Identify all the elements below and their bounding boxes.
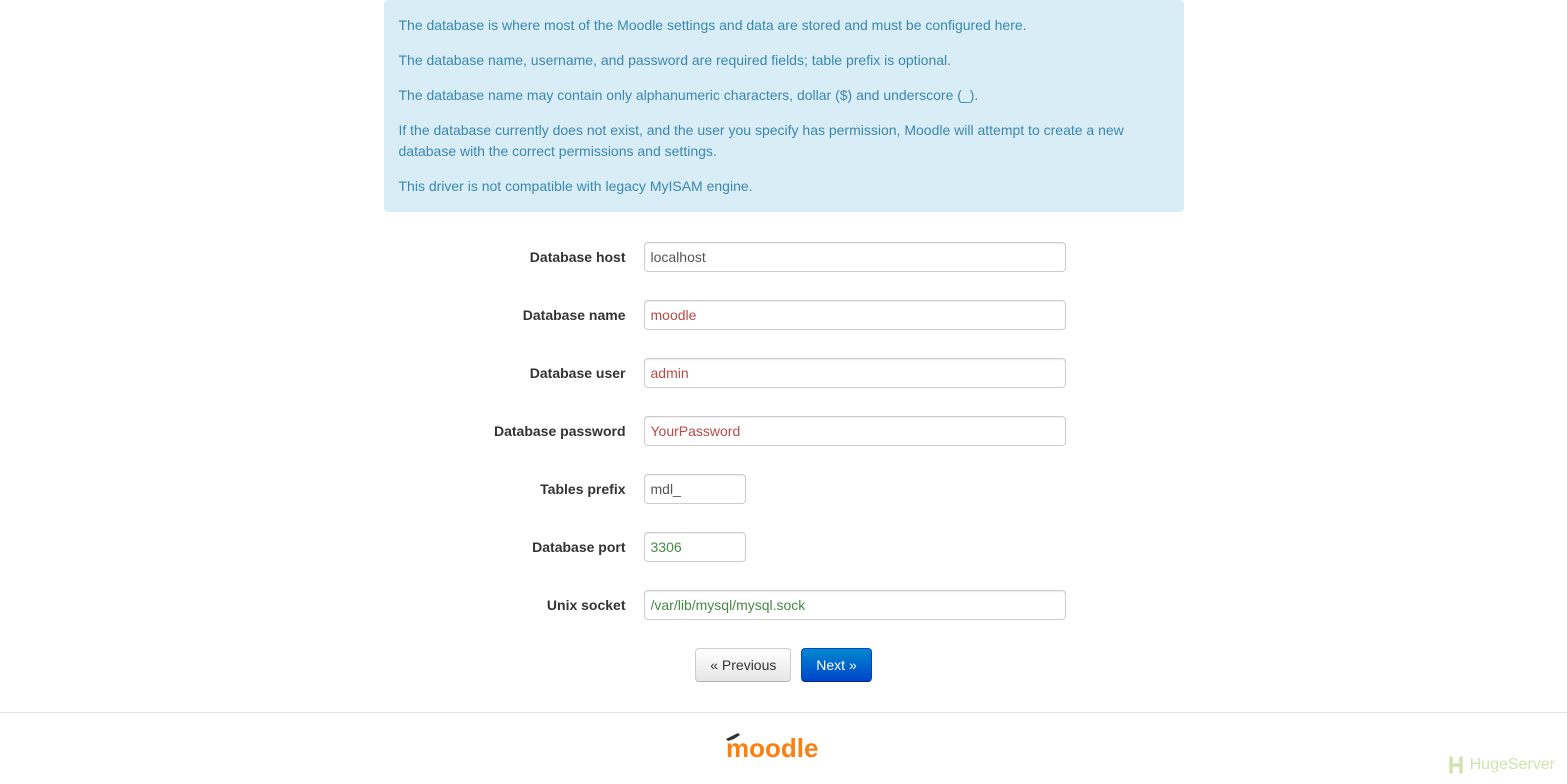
label-dbname: Database name (384, 307, 644, 323)
footer: moodle (0, 713, 1567, 784)
svg-text:moodle: moodle (726, 733, 818, 761)
input-dbport[interactable] (644, 532, 746, 562)
label-dbpass: Database password (384, 423, 644, 439)
info-text-1: The database is where most of the Moodle… (399, 15, 1169, 36)
field-dbsocket: Unix socket (384, 590, 1184, 620)
hugeserver-badge: HugeServer (1446, 755, 1555, 775)
next-button[interactable]: Next » (801, 648, 871, 682)
field-dbname: Database name (384, 300, 1184, 330)
info-text-3: The database name may contain only alpha… (399, 85, 1169, 106)
label-dbsocket: Unix socket (384, 597, 644, 613)
field-dbuser: Database user (384, 358, 1184, 388)
label-dbuser: Database user (384, 365, 644, 381)
info-text-5: This driver is not compatible with legac… (399, 176, 1169, 197)
previous-button[interactable]: « Previous (695, 648, 791, 682)
label-prefix: Tables prefix (384, 481, 644, 497)
info-box: The database is where most of the Moodle… (384, 0, 1184, 212)
info-text-4: If the database currently does not exist… (399, 120, 1169, 162)
input-dbname[interactable] (644, 300, 1066, 330)
field-dbpass: Database password (384, 416, 1184, 446)
input-dbpass[interactable] (644, 416, 1066, 446)
moodle-logo: moodle (726, 733, 841, 764)
hugeserver-text: HugeServer (1470, 756, 1555, 774)
field-prefix: Tables prefix (384, 474, 1184, 504)
input-dbhost[interactable] (644, 242, 1066, 272)
button-row: « Previous Next » (384, 648, 1184, 682)
label-dbport: Database port (384, 539, 644, 555)
input-dbsocket[interactable] (644, 590, 1066, 620)
label-dbhost: Database host (384, 249, 644, 265)
field-dbport: Database port (384, 532, 1184, 562)
hugeserver-icon (1446, 755, 1466, 775)
info-text-2: The database name, username, and passwor… (399, 50, 1169, 71)
field-dbhost: Database host (384, 242, 1184, 272)
input-prefix[interactable] (644, 474, 746, 504)
input-dbuser[interactable] (644, 358, 1066, 388)
